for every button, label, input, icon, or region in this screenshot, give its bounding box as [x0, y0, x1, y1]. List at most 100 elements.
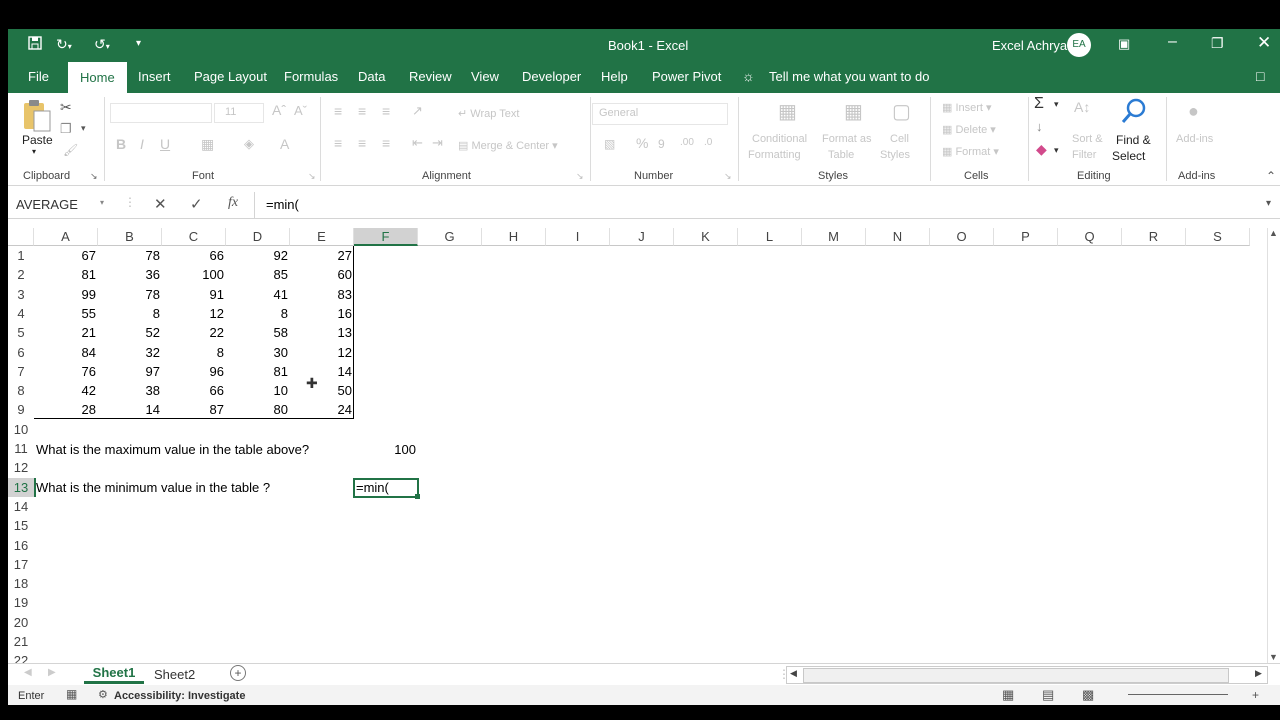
font-launcher-icon[interactable]: ↘ — [308, 171, 316, 182]
comma-style-icon[interactable]: 9 — [658, 137, 665, 151]
tab-sheet2[interactable]: Sheet2 — [154, 667, 195, 682]
conditional-formatting-label1[interactable]: Conditional — [752, 133, 807, 145]
delete-cells-button[interactable]: ▦ Delete ▾ — [942, 123, 996, 136]
format-as-table-icon[interactable]: ▦ — [844, 99, 863, 124]
conditional-formatting-icon[interactable]: ▦ — [778, 99, 797, 124]
answer-max-cell[interactable]: 100 — [354, 440, 418, 459]
paste-button[interactable]: Paste — [22, 133, 53, 147]
row-header-8[interactable]: 8 — [8, 381, 34, 400]
tab-review[interactable]: Review — [409, 69, 452, 84]
merge-center-button[interactable]: ▤ Merge & Center ▾ — [458, 139, 558, 152]
currency-icon[interactable]: ▧ — [604, 137, 615, 151]
percent-icon[interactable]: % — [636, 135, 648, 151]
avatar[interactable]: EA — [1067, 33, 1091, 57]
align-right-icon[interactable]: ≡ — [382, 135, 390, 151]
autosum-icon[interactable]: Σ — [1034, 95, 1044, 113]
sort-filter-label1[interactable]: Sort & — [1072, 133, 1103, 145]
collapse-ribbon-icon[interactable]: ⌃ — [1266, 169, 1276, 183]
tab-view[interactable]: View — [471, 69, 499, 84]
next-sheet-icon[interactable]: ▶ — [48, 667, 56, 678]
tab-developer[interactable]: Developer — [522, 69, 581, 84]
cancel-entry-icon[interactable]: ✕ — [154, 195, 167, 213]
column-header-r[interactable]: R — [1122, 228, 1186, 246]
format-as-table-label1[interactable]: Format as — [822, 133, 872, 145]
find-select-icon[interactable] — [1120, 97, 1148, 127]
orientation-icon[interactable]: ↗ — [412, 103, 423, 119]
middle-align-icon[interactable]: ≡ — [358, 103, 366, 119]
row-header-3[interactable]: 3 — [8, 285, 34, 304]
column-header-n[interactable]: N — [866, 228, 930, 246]
find-select-label2[interactable]: Select — [1112, 149, 1145, 163]
prev-sheet-icon[interactable]: ◀ — [24, 667, 32, 678]
tab-power-pivot[interactable]: Power Pivot — [652, 69, 721, 84]
tab-insert[interactable]: Insert — [138, 69, 171, 84]
ribbon-display-options-icon[interactable]: ▣ — [1118, 36, 1130, 52]
formula-input[interactable]: =min( — [266, 197, 299, 212]
indent-icon[interactable]: ⇤ — [412, 135, 423, 151]
conditional-formatting-label2[interactable]: Formatting — [748, 149, 801, 161]
zoom-in-icon[interactable]: + — [1252, 688, 1259, 702]
minimize-icon[interactable]: – — [1168, 33, 1177, 51]
font-size-box[interactable]: 11 — [214, 103, 264, 123]
column-header-m[interactable]: M — [802, 228, 866, 246]
column-header-a[interactable]: A — [34, 228, 98, 246]
column-header-j[interactable]: J — [610, 228, 674, 246]
row-header-20[interactable]: 20 — [8, 613, 34, 632]
name-box-dropdown-icon[interactable]: ▾ — [100, 198, 104, 207]
undo-icon[interactable]: ↺▾ — [94, 36, 110, 54]
column-header-p[interactable]: P — [994, 228, 1058, 246]
format-as-table-label2[interactable]: Table — [828, 149, 854, 161]
bold-icon[interactable]: B — [116, 136, 126, 152]
fill-color-icon[interactable]: ◈ — [244, 136, 254, 152]
clear-dropdown-icon[interactable]: ▾ — [1054, 145, 1059, 156]
save-icon[interactable] — [28, 36, 42, 54]
row-header-4[interactable]: 4 — [8, 304, 34, 323]
tab-file[interactable]: File — [28, 69, 49, 84]
column-header-g[interactable]: G — [418, 228, 482, 246]
increase-decimal-icon[interactable]: .00 — [680, 137, 694, 148]
align-left-icon[interactable]: ≡ — [334, 135, 342, 151]
row-header-14[interactable]: 14 — [8, 497, 34, 516]
align-center-icon[interactable]: ≡ — [358, 135, 366, 151]
row-header-17[interactable]: 17 — [8, 555, 34, 574]
zoom-slider[interactable] — [1128, 694, 1228, 695]
row-header-18[interactable]: 18 — [8, 574, 34, 593]
tab-sheet1[interactable]: Sheet1 — [84, 664, 144, 684]
format-painter-icon[interactable]: 🖌 — [63, 143, 78, 157]
tell-me-search[interactable]: Tell me what you want to do — [769, 69, 929, 84]
column-header-s[interactable]: S — [1186, 228, 1250, 246]
row-header-6[interactable]: 6 — [8, 343, 34, 362]
row-header-5[interactable]: 5 — [8, 323, 34, 342]
alignment-launcher-icon[interactable]: ↘ — [576, 171, 584, 182]
column-header-k[interactable]: K — [674, 228, 738, 246]
scroll-right-icon[interactable]: ▶ — [1255, 668, 1262, 679]
column-header-i[interactable]: I — [546, 228, 610, 246]
row-header-7[interactable]: 7 — [8, 362, 34, 381]
row-header-9[interactable]: 9 — [8, 400, 34, 419]
scrollbar-thumb[interactable] — [803, 668, 1229, 683]
bottom-align-icon[interactable]: ≡ — [382, 103, 390, 119]
row-header-21[interactable]: 21 — [8, 632, 34, 651]
decrease-decimal-icon[interactable]: .0 — [704, 137, 712, 148]
borders-icon[interactable]: ▦ — [201, 136, 214, 153]
number-format-box[interactable]: General — [592, 103, 728, 125]
confirm-entry-icon[interactable]: ✓ — [190, 195, 203, 213]
paste-icon[interactable] — [22, 99, 52, 133]
customize-qat-icon[interactable]: ▾ — [136, 38, 141, 56]
row-header-1[interactable]: 1 — [8, 246, 34, 265]
comments-icon[interactable]: □ — [1256, 68, 1264, 84]
copy-icon[interactable]: ❐ — [60, 121, 72, 137]
row-header-15[interactable]: 15 — [8, 516, 34, 535]
column-header-c[interactable]: C — [162, 228, 226, 246]
insert-cells-button[interactable]: ▦ Insert ▾ — [942, 101, 992, 114]
row-header-16[interactable]: 16 — [8, 536, 34, 555]
outdent-icon[interactable]: ⇥ — [432, 135, 443, 151]
autosum-dropdown-icon[interactable]: ▾ — [1054, 99, 1059, 110]
font-name-box[interactable] — [110, 103, 212, 123]
wrap-text-button[interactable]: ↵ Wrap Text — [458, 107, 519, 120]
column-header-l[interactable]: L — [738, 228, 802, 246]
tab-data[interactable]: Data — [358, 69, 385, 84]
scroll-left-icon[interactable]: ◀ — [790, 668, 797, 679]
macro-record-icon[interactable]: ▦ — [66, 687, 77, 701]
italic-icon[interactable]: I — [140, 136, 144, 152]
